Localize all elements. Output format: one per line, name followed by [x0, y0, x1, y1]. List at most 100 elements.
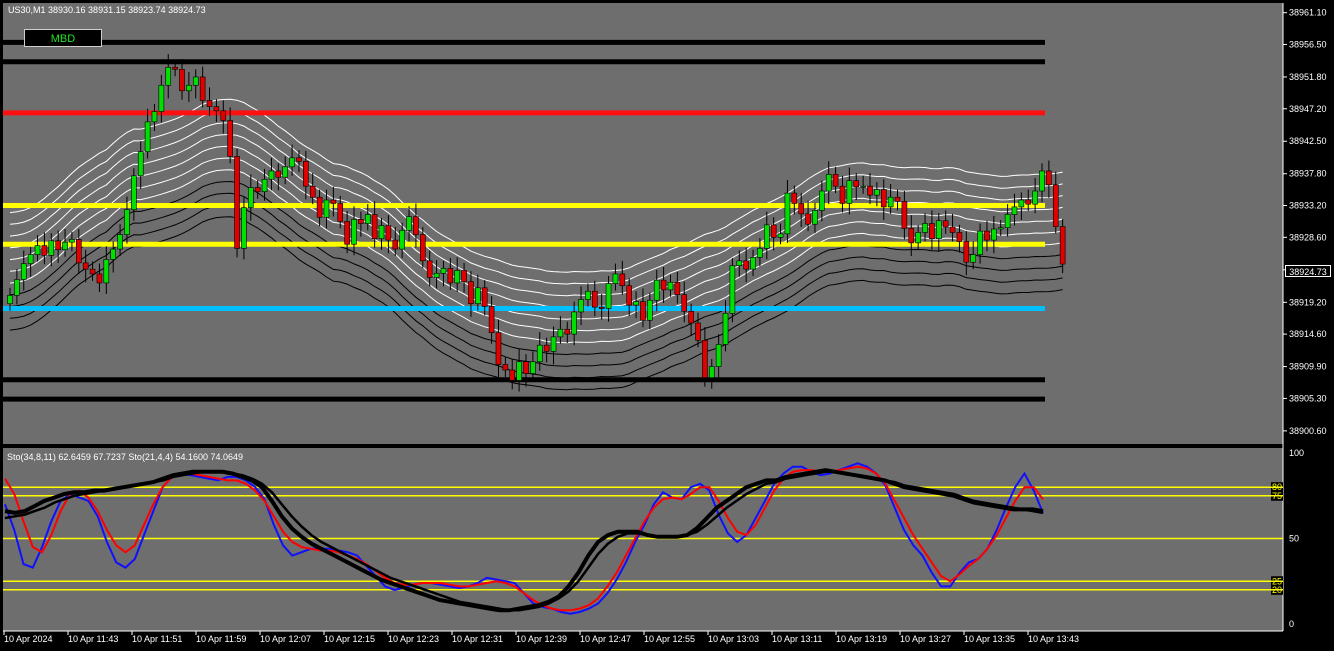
candle-body	[1046, 170, 1052, 186]
price-tick-label: 38951.80	[1289, 72, 1327, 82]
candle-body	[254, 187, 261, 193]
candle-body	[330, 199, 337, 204]
candle-body	[502, 364, 509, 371]
candle-body	[798, 203, 805, 215]
candle-body	[213, 106, 220, 112]
candle-body	[784, 192, 791, 235]
candle-body	[426, 260, 433, 278]
candle-body	[564, 328, 571, 335]
candle-body	[619, 273, 626, 287]
candle-body	[516, 361, 522, 381]
time-tick-label: 10 Apr 13:19	[836, 634, 887, 644]
candle-body	[591, 290, 598, 308]
candle-body	[571, 311, 577, 335]
candle-body	[468, 281, 474, 304]
chart-canvas[interactable]: 38961.10 38956.50 38951.80 38947.20 38942.50…	[0, 0, 1334, 651]
candle-body	[358, 219, 364, 224]
time-tick-label: 10 Apr 13:03	[708, 634, 759, 644]
candle-body	[316, 196, 323, 218]
candle-body	[289, 157, 295, 168]
candle-body	[791, 192, 798, 204]
candle-body	[770, 224, 777, 238]
price-tick-label: 38914.60	[1289, 329, 1327, 339]
candle-body	[763, 224, 770, 249]
candle-body	[1032, 190, 1038, 205]
candle-body	[660, 279, 667, 291]
candle-body	[1039, 170, 1045, 192]
candle-body	[385, 225, 392, 241]
candle-body	[192, 76, 199, 86]
candle-body	[543, 344, 550, 352]
candle-body	[1052, 184, 1059, 227]
stochastic-tick-label: 50	[1289, 534, 1299, 544]
candle-body	[839, 185, 846, 204]
trading-chart-window: 38961.10 38956.50 38951.80 38947.20 38942.50…	[0, 0, 1334, 651]
candle-body	[585, 290, 591, 300]
candle-body	[667, 281, 674, 291]
candle-body	[736, 260, 743, 266]
candle-body	[364, 214, 371, 224]
price-tick-label: 38942.50	[1289, 136, 1327, 146]
candle-body	[530, 361, 536, 374]
candle-body	[633, 301, 639, 306]
candle-body	[949, 226, 956, 233]
candle-body	[96, 273, 103, 284]
stochastic-tick-label: 100	[1289, 448, 1304, 458]
candle-body	[984, 230, 990, 241]
candle-body	[536, 344, 543, 363]
candle-body	[124, 209, 130, 235]
candle-body	[309, 185, 316, 198]
stochastic-tick-label: 0	[1289, 619, 1294, 629]
candle-body	[275, 170, 282, 178]
candle-body	[158, 84, 165, 112]
candle-body	[977, 230, 983, 255]
candle-body	[179, 69, 185, 92]
candle-body	[942, 220, 949, 228]
candle-body	[406, 216, 412, 231]
candle-body	[454, 270, 461, 284]
candle-body	[846, 180, 853, 204]
candle-body	[371, 214, 378, 240]
time-tick-label: 10 Apr 12:31	[452, 634, 503, 644]
time-tick-label: 10 Apr 13:11	[772, 634, 822, 644]
candle-body	[27, 254, 34, 264]
candle-body	[186, 84, 192, 92]
price-tick-label: 38900.60	[1289, 426, 1327, 436]
candle-body	[481, 287, 488, 307]
price-tick-label: 38947.20	[1289, 104, 1327, 114]
candle-body	[708, 366, 715, 378]
candle-body	[598, 306, 605, 309]
time-tick-label: 10 Apr 12:39	[516, 634, 567, 644]
candle-body	[447, 268, 454, 284]
candle-body	[131, 175, 137, 210]
candle-body	[750, 257, 756, 270]
candle-body	[413, 216, 419, 235]
candle-body	[819, 190, 825, 211]
time-tick-label: 10 Apr 13:43	[1028, 634, 1079, 644]
candle-body	[832, 174, 839, 187]
candle-body	[227, 120, 233, 157]
candle-body	[805, 213, 811, 225]
candle-body	[76, 239, 82, 264]
time-tick-label: 10 Apr 13:35	[964, 634, 1015, 644]
mbd-button[interactable]: MBD	[24, 29, 102, 47]
candle-body	[915, 232, 921, 244]
candle-body	[419, 234, 426, 262]
candle-body	[523, 361, 529, 374]
candle-body	[137, 151, 144, 177]
time-tick-label: 10 Apr 13:27	[900, 634, 951, 644]
candle-body	[165, 66, 172, 86]
candle-body	[550, 336, 557, 352]
candle-body	[880, 189, 887, 208]
candle-body	[1025, 199, 1032, 205]
time-tick-label: 10 Apr 11:51	[132, 634, 182, 644]
candle-body	[14, 279, 20, 296]
candle-body	[475, 287, 481, 304]
candle-body	[110, 248, 116, 260]
candle-body	[103, 259, 110, 284]
candle-body	[241, 207, 247, 249]
candle-body	[433, 272, 440, 278]
candle-body	[722, 313, 729, 345]
symbol-header: US30,M1 38930.16 38931.15 38923.74 38924…	[8, 5, 206, 15]
time-tick-label: 10 Apr 11:43	[68, 634, 118, 644]
